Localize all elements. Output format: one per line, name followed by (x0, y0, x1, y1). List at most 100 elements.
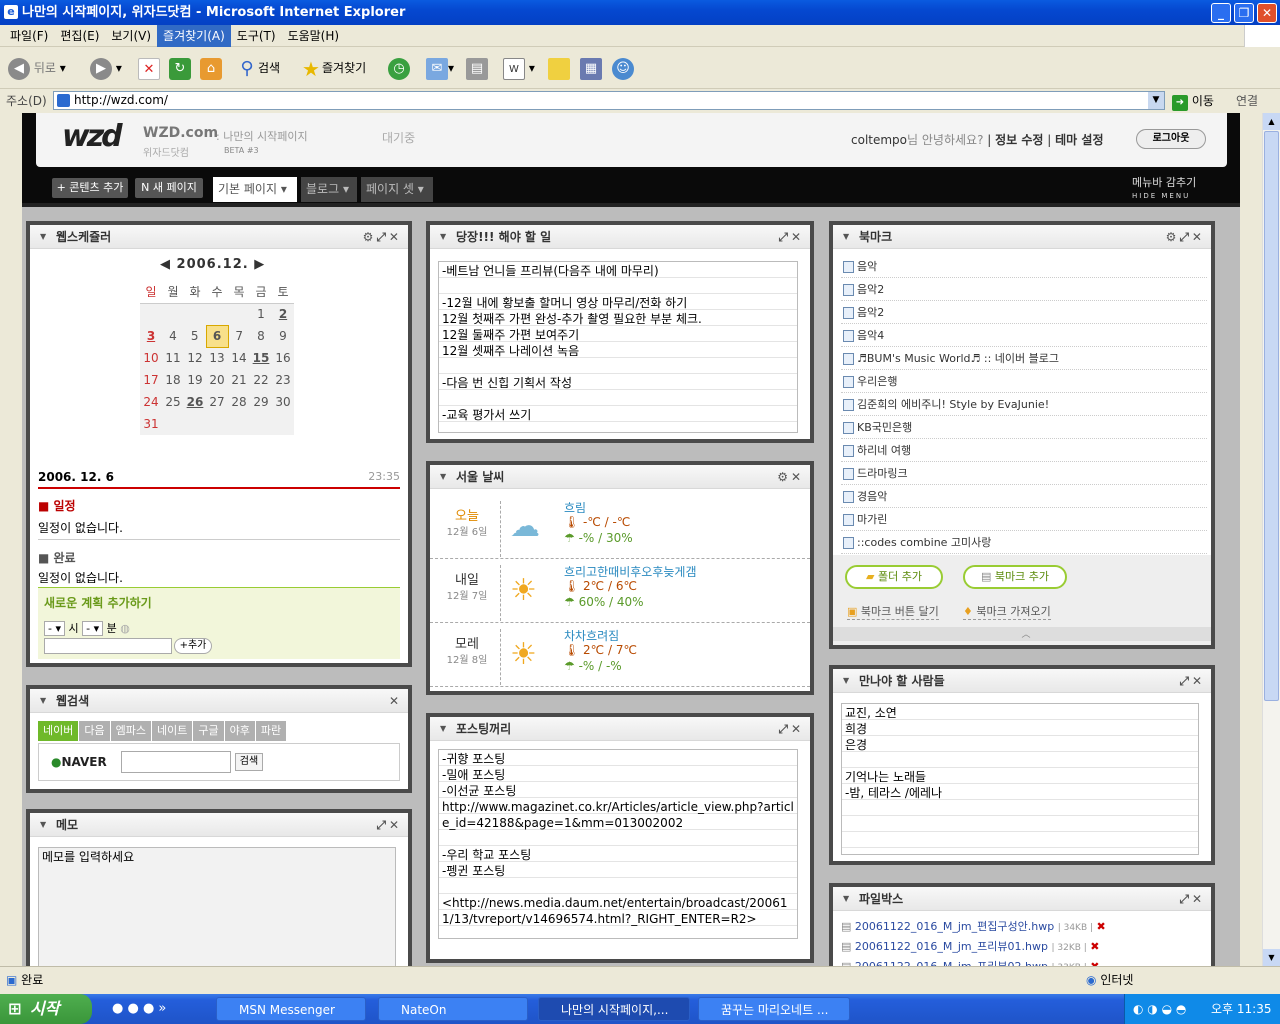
plan-input[interactable] (44, 638, 172, 654)
wzd-logo[interactable]: wzd (62, 119, 123, 154)
calendar-day[interactable]: 14 (228, 347, 250, 369)
todo-text[interactable]: -베트남 언니들 프리뷰(다음주 내에 마무리) -12월 내에 황보출 할머니… (438, 261, 798, 433)
tab-blog[interactable]: 블로그 ▾ (301, 177, 357, 202)
calendar-day[interactable]: 17 (140, 369, 162, 391)
forward-button[interactable]: ▶ ▾ (90, 55, 122, 81)
people-text[interactable]: 교진, 소연 희경 은경 기억나는 노래들 -밤, 테라스 /에레나 (841, 703, 1199, 855)
calendar-day[interactable]: 24 (140, 391, 162, 413)
menu-edit[interactable]: 편집(E) (54, 25, 105, 47)
research-button[interactable]: ▦ (580, 55, 602, 81)
widget-controls[interactable]: ⤢✕ (1179, 669, 1205, 693)
bookmark-item[interactable]: KB국민은행 (841, 416, 1207, 439)
start-button[interactable]: ⊞ 시작 (0, 994, 92, 1024)
scroll-up-icon[interactable]: ▲ (1263, 113, 1280, 130)
import-bookmark-link[interactable]: ♦ 북마크 가져오기 (963, 603, 1051, 620)
menu-help[interactable]: 도움말(H) (282, 25, 346, 47)
calendar-day[interactable]: 22 (250, 369, 272, 391)
add-content-button[interactable]: + 콘텐츠 추가 (52, 178, 128, 198)
clock-icon[interactable]: ◍ (120, 622, 130, 635)
calendar-day[interactable]: 5 (184, 325, 206, 347)
calendar-day[interactable]: 1 (250, 303, 272, 325)
bookmark-item[interactable]: 김준희의 에비주니! Style by EvaJunie! (841, 393, 1207, 416)
memo-input[interactable]: 메모를 입력하세요 (38, 847, 396, 966)
calendar-day[interactable]: 7 (228, 325, 250, 347)
calendar-day[interactable]: 28 (228, 391, 250, 413)
links-label[interactable]: 연결 (1236, 92, 1258, 109)
address-dropdown-icon[interactable]: ▼ (1148, 92, 1164, 109)
task-nateon[interactable]: NateOn (378, 997, 528, 1021)
calendar-day[interactable]: 8 (250, 325, 272, 347)
file-item[interactable]: ▤ 20061122_016_M_jm_프리뷰01.hwp | 32KB | ✖ (841, 937, 1207, 957)
search-tab[interactable]: 파란 (255, 721, 287, 741)
widget-controls[interactable]: ⤢✕ (376, 813, 402, 837)
back-button[interactable]: ◀ 뒤로 ▾ (8, 55, 66, 81)
calendar-day[interactable]: 31 (140, 413, 162, 435)
add-folder-button[interactable]: ▰ 폴더 추가 (845, 565, 943, 589)
next-month-icon[interactable]: ▶ (254, 257, 265, 272)
search-tab[interactable]: 야후 (224, 721, 255, 741)
calendar-day[interactable]: 27 (206, 391, 228, 413)
hide-menu-button[interactable]: 메뉴바 감추기 HIDE MENU (1132, 177, 1196, 202)
widget-controls[interactable]: ⤢✕ (778, 225, 804, 249)
refresh-button[interactable]: ↻ (169, 55, 191, 81)
bookmark-item[interactable]: 음악 (841, 255, 1207, 278)
collapse-handle[interactable]: ︿ (833, 627, 1211, 641)
calendar-day[interactable]: 2 (272, 303, 294, 325)
address-input[interactable]: http://wzd.com/ ▼ (53, 91, 1165, 110)
history-button[interactable]: ◷ (388, 55, 410, 81)
menu-favorites[interactable]: 즐겨찾기(A) (157, 25, 231, 47)
bookmark-item[interactable]: 하리네 여행 (841, 439, 1207, 462)
home-button[interactable]: ⌂ (200, 55, 222, 81)
scroll-down-icon[interactable]: ▼ (1263, 949, 1280, 966)
tab-page-set[interactable]: 페이지 셋 ▾ (361, 177, 433, 202)
messenger-button[interactable]: ☺ (612, 55, 634, 81)
add-plan-button[interactable]: +추가 (174, 638, 212, 654)
bookmark-item[interactable]: 우리은행 (841, 370, 1207, 393)
bookmark-item[interactable]: 경음악 (841, 485, 1207, 508)
menu-tools[interactable]: 도구(T) (231, 25, 282, 47)
search-tab[interactable]: 구글 (193, 721, 224, 741)
widget-controls[interactable]: ⤢✕ (778, 717, 804, 741)
calendar-day[interactable]: 18 (162, 369, 184, 391)
close-button[interactable]: ✕ (1257, 3, 1277, 23)
tray-icons[interactable]: ◐ ◑ ◒ ◓ (1133, 994, 1186, 1024)
mail-button[interactable]: ✉ ▾ (426, 55, 454, 81)
calendar-day[interactable]: 16 (272, 347, 294, 369)
search-button[interactable]: ⚲ 검색 (236, 55, 280, 81)
widget-controls[interactable]: ⚙✕ (777, 465, 804, 489)
bookmark-item[interactable]: ::codes combine 고미사랑 (841, 531, 1207, 554)
scroll-thumb[interactable] (1264, 131, 1279, 701)
discuss-button[interactable] (548, 55, 570, 81)
calendar-day[interactable]: 26 (184, 391, 206, 413)
file-item[interactable]: ▤ 20061122_016_M_jm_프리뷰02.hwp | 33KB | ✖ (841, 957, 1207, 966)
calendar-day[interactable]: 13 (206, 347, 228, 369)
minimize-button[interactable]: _ (1211, 3, 1231, 23)
bookmark-item[interactable]: 음악4 (841, 324, 1207, 347)
widget-controls[interactable]: ⚙⤢✕ (363, 225, 402, 249)
bookmark-item[interactable]: 마가린 (841, 508, 1207, 531)
search-submit-button[interactable]: 검색 (235, 753, 263, 771)
bookmark-item[interactable]: 드라마링크 (841, 462, 1207, 485)
menu-view[interactable]: 보기(V) (105, 25, 157, 47)
calendar-day[interactable]: 29 (250, 391, 272, 413)
edit-button[interactable]: W ▾ (503, 55, 535, 81)
bookmark-item[interactable]: ♬BUM's Music World♬ :: 네이버 블로그 (841, 347, 1207, 370)
file-item[interactable]: ▤ 20061122_016_M_jm_편집구성안.hwp | 34KB | ✖ (841, 917, 1207, 937)
search-tab[interactable]: 엠파스 (110, 721, 151, 741)
menu-file[interactable]: 파일(F) (4, 25, 54, 47)
calendar-day[interactable]: 23 (272, 369, 294, 391)
calendar-day[interactable]: 4 (162, 325, 184, 347)
tab-basic-page[interactable]: 기본 페이지 ▾ (213, 177, 297, 202)
minute-select[interactable]: - ▾ (82, 621, 104, 636)
task-marionette[interactable]: 꿈꾸는 마리오네트 ... (698, 997, 850, 1021)
search-tab[interactable]: 다음 (79, 721, 110, 741)
bookmark-item[interactable]: 음악2 (841, 301, 1207, 324)
calendar-day[interactable]: 10 (140, 347, 162, 369)
hour-select[interactable]: - ▾ (44, 621, 66, 636)
search-tab[interactable]: 네이트 (152, 721, 193, 741)
calendar-day[interactable]: 12 (184, 347, 206, 369)
vertical-scrollbar[interactable]: ▲ ▼ (1262, 113, 1280, 966)
task-msn[interactable]: MSN Messenger (216, 997, 366, 1021)
quick-launch[interactable]: ● ● ● » (112, 1001, 166, 1016)
search-query-input[interactable] (121, 751, 231, 773)
